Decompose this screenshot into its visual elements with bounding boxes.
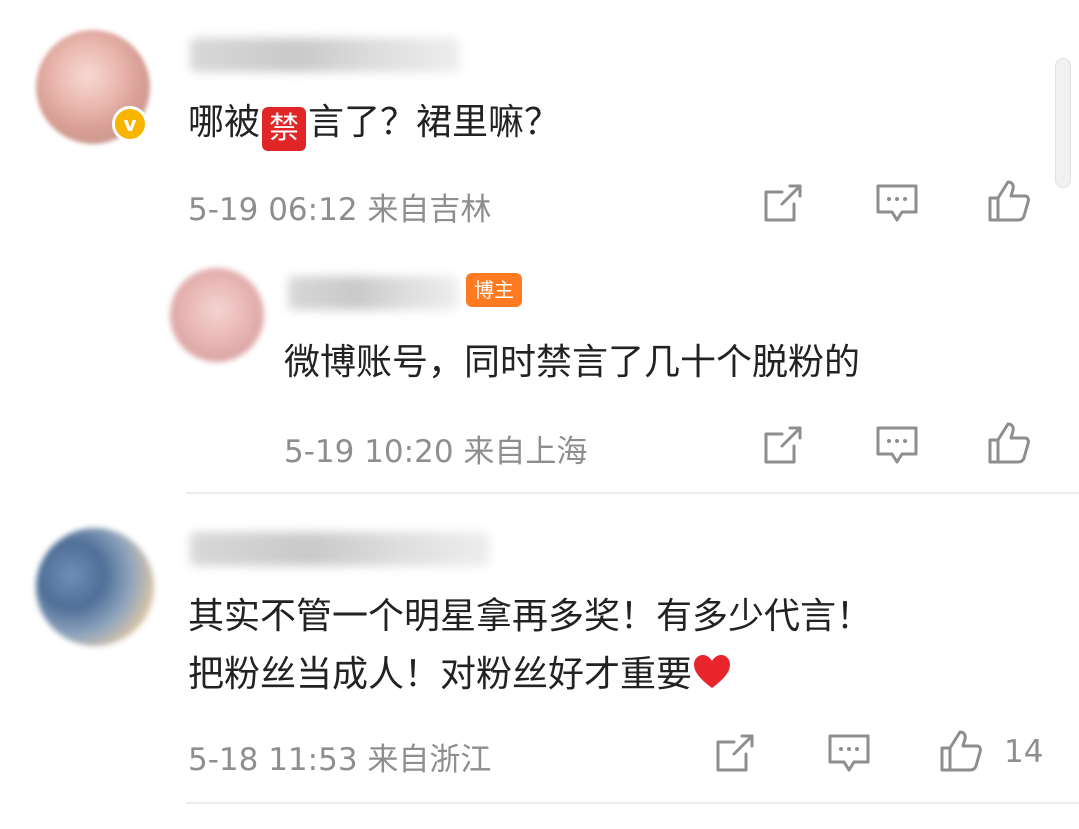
- username-blurred[interactable]: [190, 38, 460, 72]
- comment-icon[interactable]: [826, 730, 872, 776]
- comment-meta: 5-19 06:12 来自吉林: [188, 184, 491, 229]
- share-icon[interactable]: [760, 180, 806, 226]
- comment-meta: 5-18 11:53 来自浙江: [188, 734, 491, 779]
- comment-text-part: 哪被: [188, 102, 261, 143]
- comment-text-part: 言了？裙里嘛？: [308, 102, 561, 143]
- like-count: 14: [1004, 734, 1044, 770]
- divider: [186, 492, 1079, 494]
- comment-location: 来自吉林: [367, 192, 492, 228]
- like-icon[interactable]: [938, 728, 984, 774]
- avatar[interactable]: [170, 268, 264, 362]
- comment-text-line: 把粉丝当成人！对粉丝好才重要: [188, 648, 732, 702]
- comment-text: 微博账号，同时禁言了几十个脱粉的: [284, 342, 861, 383]
- scrollbar[interactable]: [1055, 58, 1071, 188]
- author-badge: 博主: [466, 273, 522, 307]
- comment-text-line: 其实不管一个明星拿再多奖！有多少代言！: [188, 596, 873, 637]
- verified-badge-icon: v: [112, 106, 148, 142]
- comment-text-part: 把粉丝当成人！对粉丝好才重要: [188, 654, 693, 695]
- comment-icon[interactable]: [874, 180, 920, 226]
- comment-location: 来自浙江: [367, 742, 492, 778]
- avatar[interactable]: [36, 528, 154, 646]
- ban-emoji: 禁: [262, 107, 307, 151]
- share-icon[interactable]: [760, 422, 806, 468]
- like-icon[interactable]: [986, 420, 1032, 466]
- heart-emoji: [694, 655, 731, 688]
- username-blurred[interactable]: [288, 276, 458, 310]
- comment-meta: 5-19 10:20 来自上海: [284, 426, 587, 471]
- comment-date: 5-19 06:12: [188, 192, 358, 228]
- divider: [186, 802, 1079, 804]
- comment-date: 5-18 11:53: [188, 742, 358, 778]
- comment-icon[interactable]: [874, 422, 920, 468]
- comment-location: 来自上海: [463, 434, 588, 470]
- like-icon[interactable]: [986, 178, 1032, 224]
- username-blurred[interactable]: [190, 532, 490, 566]
- comment-text: 哪被禁言了？裙里嘛？: [188, 96, 560, 151]
- share-icon[interactable]: [712, 730, 758, 776]
- comment-date: 5-19 10:20: [284, 434, 454, 470]
